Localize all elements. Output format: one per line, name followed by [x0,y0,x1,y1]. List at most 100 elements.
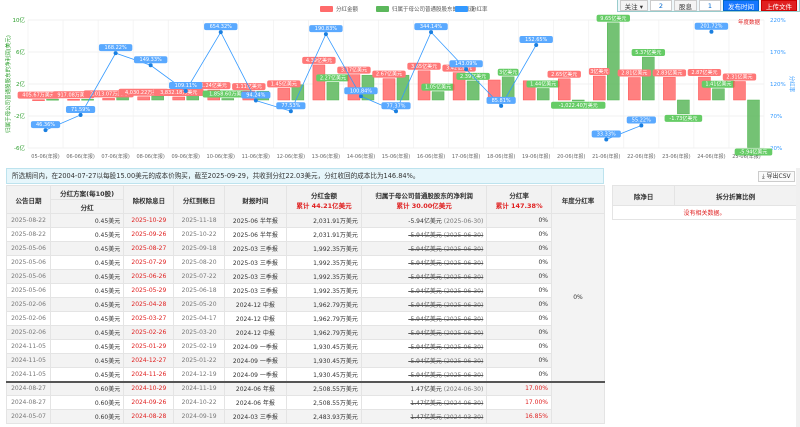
data-label: 2.87亿美元 [691,69,717,76]
dividend-bar [312,64,326,101]
pay-date: 2025-01-22 [173,353,225,368]
col-split-ratio[interactable]: 拆分折算比例 [674,185,797,206]
col-announce-date[interactable]: 公告日期 [6,185,51,214]
col-annual-rate[interactable]: 年度分红率 [551,185,605,214]
announce-date: 2025-05-06 [6,241,51,256]
table-row: 2025-08-22 0.45美元 2025-10-29 2025-11-18 2025… [6,213,605,382]
dividend-bar [32,99,45,101]
net-profit: -5.94亿美元 (2025-06-30) [360,213,488,228]
net-profit-value: 1.47亿美元 [410,386,442,394]
dividend-plan: 0.60美元 [49,409,125,424]
net-profit-value: -5.94亿美元 [408,246,442,253]
report-period: 2024-06 年报 [223,395,288,410]
net-profit-value: -5.94亿美元 [408,218,442,225]
ex-date: 2025-04-28 [123,297,175,312]
report-period: 2025-03 三季报 [223,269,288,284]
dividend-count: 1 [699,0,721,11]
payout-rate: 0% [486,227,552,242]
report-period: 2024-12 中报 [223,325,288,340]
data-label: 143.09% [455,61,477,67]
x-tick-label: 08-06(年报) [136,153,164,160]
col-paydate[interactable]: 分红到账日 [173,185,225,214]
dividend-bar [593,75,606,101]
data-label: 3亿美元 [499,69,517,76]
data-label: 1.45亿美元 [271,80,297,87]
announce-date: 2024-08-27 [6,380,51,396]
payout-rate: 0% [486,255,552,270]
profit-bar [607,22,620,101]
profit-bar [642,56,655,101]
net-profit-value: -5.94亿美元 [408,358,442,365]
data-label: 1.05亿美元 [425,84,451,91]
pay-date: 2025-04-17 [173,311,225,326]
profit-bar [501,76,515,101]
data-label: 149.33% [140,57,162,63]
payout-rate: 17.00% [486,395,552,410]
col-ex-net-date[interactable]: 除净日 [611,185,676,206]
pay-date: 2025-07-22 [173,269,225,284]
dividend-plan: 0.45美元 [49,283,125,298]
ex-date: 2024-09-26 [123,395,175,410]
rate-point [323,32,328,37]
net-profit-date: (2025-06-30) [443,232,484,239]
net-profit-date: (2025-06-30) [443,358,484,365]
net-profit-value: -5.94亿美元 [408,330,442,337]
table-row: 2024-11-05 0.45美元 2024-11-26 2024-12-19 2024… [6,367,605,382]
report-period: 2025-03 三季报 [223,283,288,298]
col-rate[interactable]: 分红率 累计 147.38% [486,185,552,214]
data-label: 1.44亿美元 [530,80,556,87]
follow-button[interactable]: 关注 ▾ [619,0,648,11]
rate-point [148,63,153,68]
col-exdate[interactable]: 除权除息日 [123,185,175,214]
report-period: 2025-03 三季报 [223,241,288,256]
net-profit-date: (2025-06-30) [443,330,484,337]
net-profit-value: -5.94亿美元 [408,302,442,309]
rate-point [288,109,293,114]
dividend-bar [67,99,80,101]
dividend-plan: 0.45美元 [49,297,125,312]
pay-date: 2024-11-19 [173,380,225,396]
right-tick-label: 70% [770,114,782,120]
net-profit-date: (2024-06-30) [443,386,484,394]
left-tick-label: -2亿 [14,112,25,120]
announce-date: 2025-05-06 [6,269,51,284]
net-profit-value: -5.94亿美元 [408,316,442,323]
ex-date: 2025-07-29 [123,255,175,270]
x-tick-label: 16-06(年报) [417,153,445,160]
rate-point [113,51,118,56]
legend-label: 分红率 [471,5,488,13]
net-profit-date: (2025-06-30) [443,316,484,323]
publish-button[interactable]: 发布时间 [723,0,759,11]
dividend-amount: 1,992.35万美元 [286,255,362,270]
export-csv-button[interactable]: ⤓ 导出CSV [758,171,795,182]
scrollbar[interactable] [796,168,800,427]
net-profit-date: (2025-06-30) [443,288,484,295]
data-label: 168.22% [104,45,126,51]
dividend-bar [382,78,396,101]
summary-info: 所选期间内，在2004-07-27以每股15.00美元的成本价购买，截至2025… [6,168,604,184]
report-period: 2024-12 中报 [223,311,288,326]
data-label: 85.81% [492,98,511,104]
payout-rate: 0% [486,269,552,284]
right-axis-title: 分红率 [788,76,796,93]
dividend-amount: 2,031.91万美元 [286,227,362,242]
col-amount[interactable]: 分红金额 累计 44.21亿美元 [286,185,362,214]
col-report[interactable]: 财报时间 [223,185,288,214]
col-profit[interactable]: 归属于母公司普通股股东的净利润 累计 30.00亿美元 [360,185,488,214]
dividend-bar [172,96,185,101]
dividend-button[interactable]: 股息 [674,0,697,11]
table-row: 2025-05-06 0.45美元 2025-06-26 2025-07-22 2025… [6,269,605,284]
table-row: 2025-02-06 0.45美元 2025-04-28 2025-05-20 2024… [6,297,605,312]
dividend-amount: 1,930.45万美元 [286,353,362,368]
upload-button[interactable]: 上传文件 [761,0,797,11]
dividend-table: 公告日期 分红方案(每10股) 除权除息日 分红到账日 财报时间 分红金额 累计 … [6,185,605,424]
net-profit: -5.94亿美元 (2025-06-30) [360,367,488,382]
report-period: 2024-03 三季报 [223,409,288,424]
dividend-amount: 1,962.79万美元 [286,311,362,326]
report-period: 2024-06 年报 [223,380,288,396]
dividend-plan: 0.45美元 [49,339,125,354]
profit-bar [677,99,690,115]
net-profit-date: (2025-06-30) [443,371,484,379]
table-row: 2024-11-05 0.45美元 2025-01-29 2025-02-19 2024… [6,339,605,354]
profit-bar [151,95,164,101]
